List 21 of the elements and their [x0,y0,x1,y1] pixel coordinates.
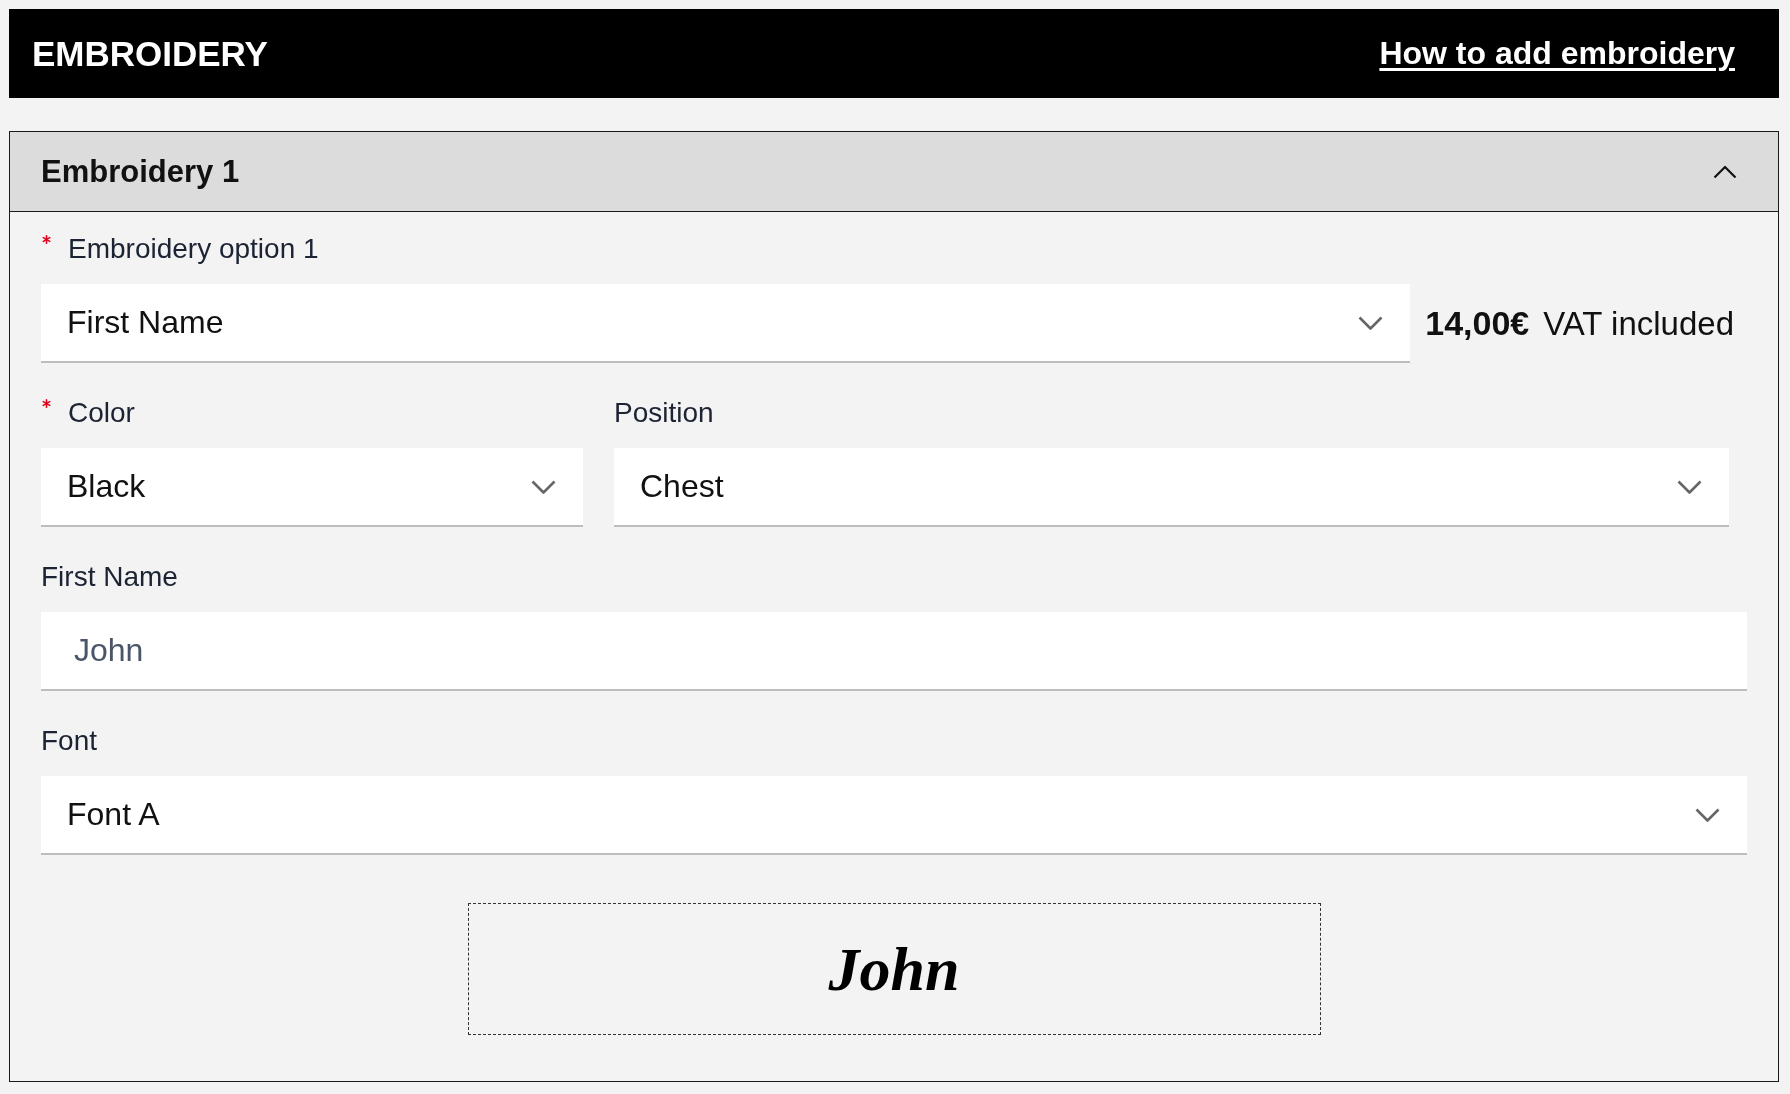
chevron-down-icon [1677,479,1702,494]
chevron-down-icon [531,479,556,494]
dropdown[interactable]: Chest [614,448,1729,527]
text-input[interactable]: John [41,612,1747,691]
dropdown[interactable]: Black [41,448,583,527]
field-label: Position [614,398,714,428]
price-note: VAT included [1543,305,1734,343]
preview-text: John [828,933,960,1005]
field-label: First Name [41,562,178,592]
dropdown[interactable]: First Name [41,284,1411,363]
dropdown[interactable]: Font A [41,776,1747,855]
help-link[interactable]: How to add embroidery [1379,35,1735,72]
field-label: Font [41,726,98,756]
chevron-down-icon [1358,315,1384,330]
field-label: Embroidery option 1 [68,234,319,264]
panel-title: Embroidery 1 [41,153,240,190]
price-amount: 14,00€ [1425,304,1530,343]
chevron-up-icon[interactable] [1713,164,1737,179]
section-title: EMBROIDERY [32,33,268,74]
chevron-down-icon [1695,807,1720,822]
field-label: Color [68,398,135,428]
